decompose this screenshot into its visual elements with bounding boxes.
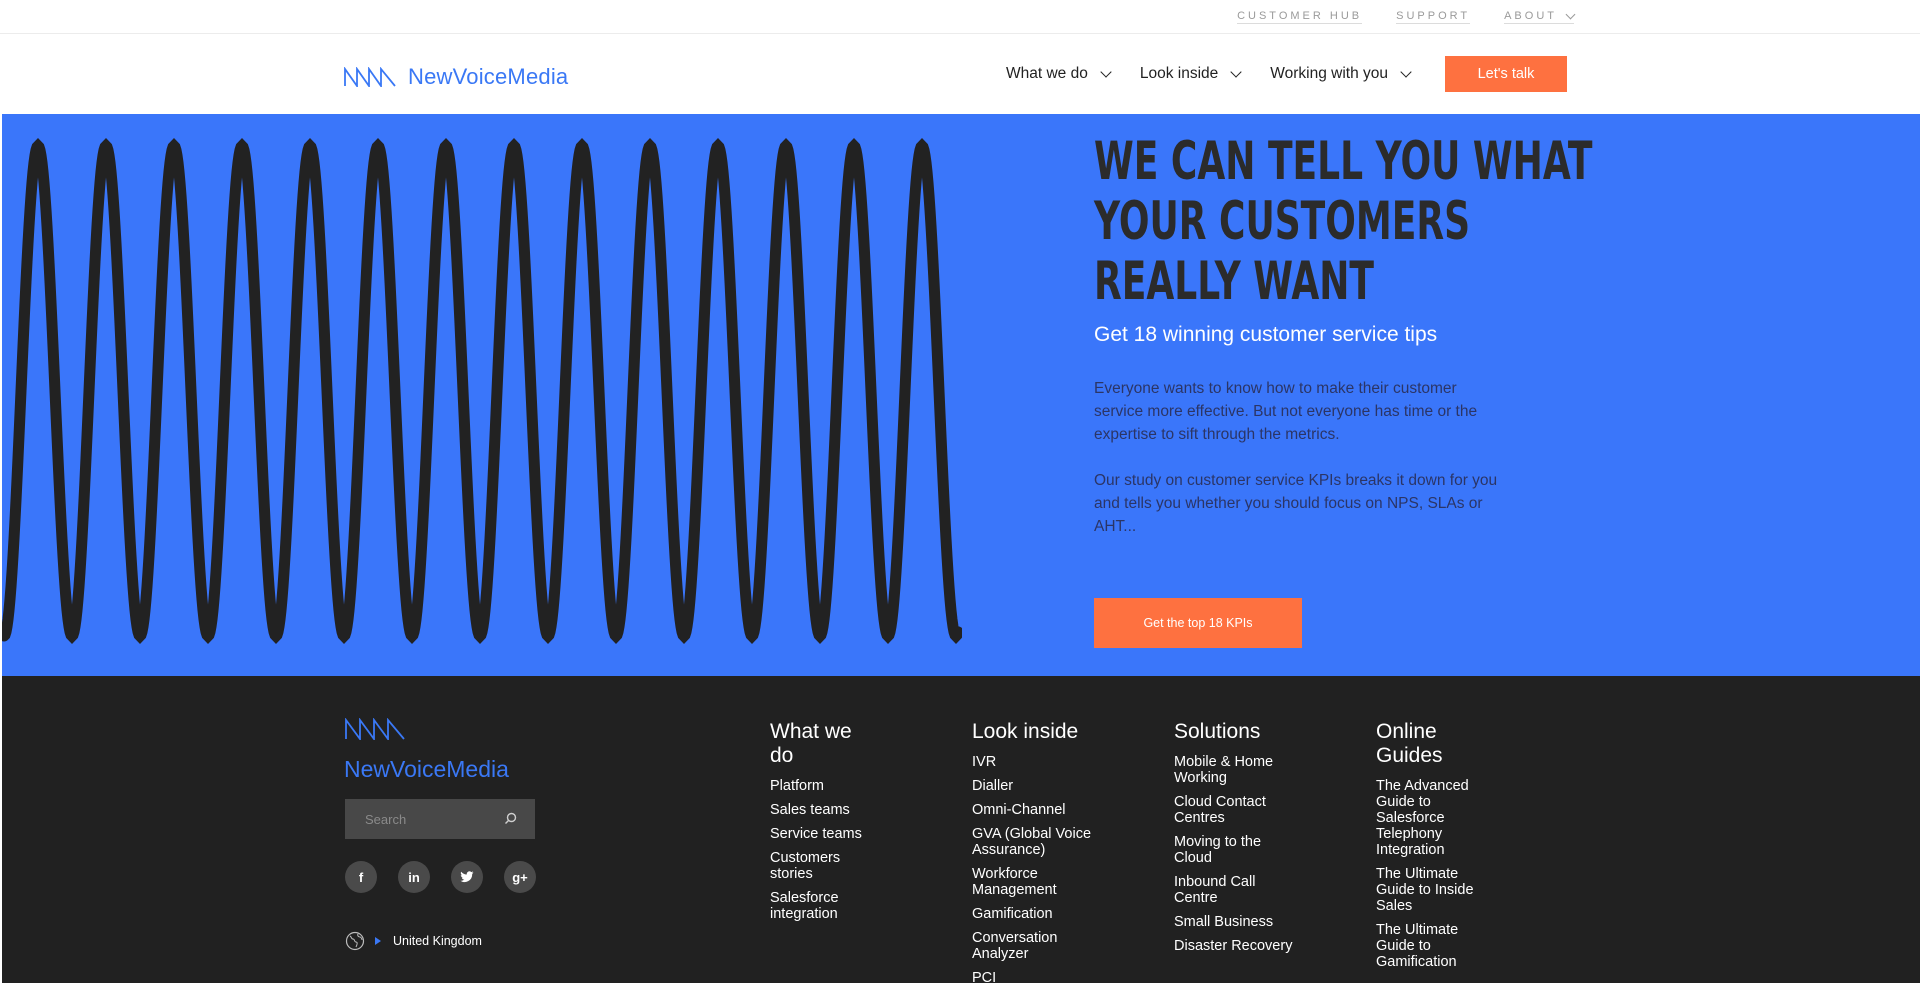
footer-search: [345, 799, 535, 839]
footer-link-list: The Advanced Guide to Salesforce Telepho…: [1376, 778, 1496, 970]
footer-column-title: Online Guides: [1376, 720, 1443, 767]
footer-column: Solutions Mobile & Home Working Cloud Cont…: [1174, 720, 1294, 962]
logo-mark-icon: [345, 718, 405, 740]
footer-column: Look inside IVR Dialler Omni-Channel GVA (Gl…: [972, 720, 1102, 994]
region-label: United Kingdom: [393, 934, 482, 948]
customer-hub-link[interactable]: CUSTOMER HUB: [1237, 10, 1363, 24]
nav-look-inside[interactable]: Look inside: [1139, 65, 1242, 83]
footer-link[interactable]: Customers stories: [770, 850, 880, 882]
footer-link[interactable]: Conversation Analyzer: [972, 930, 1102, 962]
hero-section: WE CAN TELL YOU WHAT YOUR CUSTOMERS REAL…: [2, 114, 1920, 676]
footer-link[interactable]: The Advanced Guide to Salesforce Telepho…: [1376, 778, 1496, 858]
google-plus-icon[interactable]: g+: [504, 861, 536, 893]
nav-working-with-you[interactable]: Working with you: [1270, 65, 1412, 83]
footer-link[interactable]: IVR: [972, 754, 1102, 770]
utility-links: CUSTOMER HUB SUPPORT ABOUT: [1237, 9, 1576, 24]
brand-logo[interactable]: NewVoiceMedia: [344, 64, 568, 90]
footer-link-list: IVR Dialler Omni-Channel GVA (Global Voice …: [972, 754, 1102, 986]
footer-link[interactable]: Dialler: [972, 778, 1102, 794]
footer-link[interactable]: Workforce Management: [972, 866, 1102, 898]
hero-paragraph: Everyone wants to know how to make their…: [1094, 380, 1478, 443]
lets-talk-button[interactable]: Let's talk: [1445, 56, 1567, 92]
footer-column-title: What we do: [770, 720, 852, 767]
footer-link-list: Mobile & Home Working Cloud Contact Centr…: [1174, 754, 1294, 954]
logo-wordmark: NewVoiceMedia: [408, 64, 569, 89]
caret-right-icon: [375, 937, 381, 945]
footer-link[interactable]: PCI: [972, 970, 1102, 986]
utility-bar: CUSTOMER HUB SUPPORT ABOUT: [0, 0, 1920, 34]
chevron-down-icon: [1100, 65, 1112, 78]
headline-line: WE CAN TELL YOU WHAT: [1094, 131, 1593, 192]
footer-link[interactable]: Omni-Channel: [972, 802, 1102, 818]
footer-link[interactable]: Sales teams: [770, 802, 880, 818]
hero-headline: WE CAN TELL YOU WHAT YOUR CUSTOMERS REAL…: [1094, 131, 1593, 312]
footer-column: What we do Platform Sales teams Service tea…: [770, 720, 880, 930]
nav-what-we-do[interactable]: What we do: [1006, 65, 1112, 83]
about-label: ABOUT: [1504, 10, 1557, 22]
headline-line: YOUR CUSTOMERS: [1094, 191, 1471, 252]
search-icon[interactable]: [504, 812, 517, 825]
nav-label: Look inside: [1139, 65, 1219, 82]
about-link[interactable]: ABOUT: [1504, 9, 1576, 24]
globe-icon: [345, 931, 365, 951]
footer-link[interactable]: Cloud Contact Centres: [1174, 794, 1294, 826]
chevron-down-icon: [1400, 65, 1412, 78]
site-footer: NewVoiceMedia f in t g+ United Kingdom W…: [2, 676, 1920, 986]
nav-label: What we do: [1006, 65, 1088, 82]
hero-paragraph: Our study on customer service KPIs break…: [1094, 472, 1498, 535]
hero-subhead: Get 18 winning customer service tips: [1094, 323, 1438, 346]
headline-line: REALLY WANT: [1094, 251, 1375, 312]
footer-link[interactable]: The Ultimate Guide to Inside Sales: [1376, 866, 1496, 914]
facebook-icon[interactable]: f: [345, 861, 377, 893]
primary-nav: What we do Look inside Working with you: [1006, 65, 1412, 83]
search-input[interactable]: [365, 811, 505, 827]
chevron-down-icon: [1565, 9, 1576, 19]
social-links: f in t g+: [345, 861, 536, 893]
footer-link[interactable]: Small Business: [1174, 914, 1294, 930]
footer-link[interactable]: Inbound Call Centre: [1174, 874, 1294, 906]
footer-link[interactable]: Platform: [770, 778, 880, 794]
region-selector[interactable]: United Kingdom: [345, 931, 482, 951]
footer-link[interactable]: Disaster Recovery: [1174, 938, 1294, 954]
footer-link[interactable]: Moving to the Cloud: [1174, 834, 1294, 866]
main-header: NewVoiceMedia What we do Look inside Wor…: [0, 34, 1920, 114]
logo-mark-icon: [344, 67, 396, 87]
footer-logo-wordmark[interactable]: NewVoiceMedia: [344, 756, 509, 783]
twitter-icon[interactable]: t: [451, 861, 483, 893]
footer-link[interactable]: Gamification: [972, 906, 1102, 922]
twitter-bird-icon: [460, 871, 474, 883]
hero-content: WE CAN TELL YOU WHAT YOUR CUSTOMERS REAL…: [1094, 131, 1593, 648]
nav-label: Working with you: [1270, 65, 1389, 82]
footer-link[interactable]: Salesforce integration: [770, 890, 880, 922]
get-top-kpis-button[interactable]: Get the top 18 KPIs: [1094, 598, 1302, 648]
footer-link[interactable]: Service teams: [770, 826, 880, 842]
footer-column-title: Look inside: [972, 720, 1079, 743]
linkedin-icon[interactable]: in: [398, 861, 430, 893]
footer-link[interactable]: GVA (Global Voice Assurance): [972, 826, 1102, 858]
footer-link[interactable]: The Ultimate Guide to Gamification: [1376, 922, 1496, 970]
footer-column-title: Solutions: [1174, 720, 1261, 743]
wave-illustration: [2, 138, 962, 644]
footer-link-list: Platform Sales teams Service teams Customer…: [770, 778, 880, 922]
footer-column: Online Guides The Advanced Guide to Sales…: [1376, 720, 1496, 978]
chevron-down-icon: [1230, 65, 1242, 78]
footer-link[interactable]: Mobile & Home Working: [1174, 754, 1294, 786]
support-link[interactable]: SUPPORT: [1396, 10, 1471, 24]
